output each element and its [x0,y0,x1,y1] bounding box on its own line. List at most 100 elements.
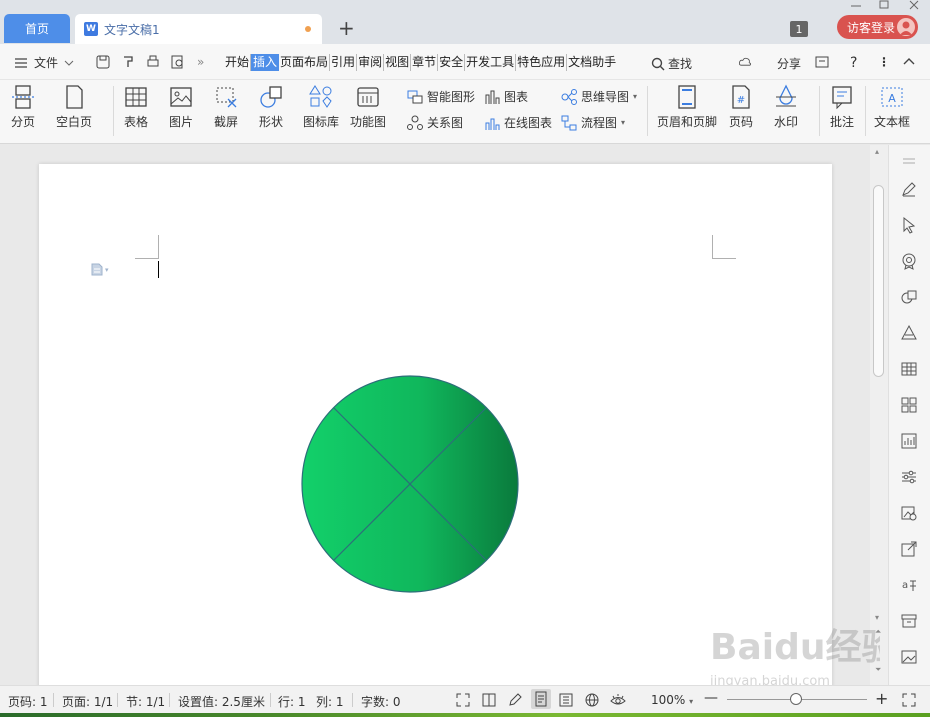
tab-review[interactable]: 审阅 [357,54,385,71]
file-menu-button[interactable]: 文件 [14,54,74,71]
picture-button[interactable]: 图片 [168,84,194,130]
filter-sliders-icon[interactable] [900,468,918,486]
more-options-icon[interactable]: ⋮ [878,55,890,69]
textbox-button[interactable]: A 文本框 [874,84,910,130]
web-view-icon[interactable] [584,692,600,708]
pen-edit-icon[interactable] [900,180,918,198]
help-icon[interactable]: ? [850,55,857,71]
status-section[interactable]: 节: 1/1 [126,693,165,710]
status-column[interactable]: 列: 1 [316,693,344,710]
collapse-ribbon-icon[interactable] [901,54,917,70]
print-icon[interactable] [145,54,161,70]
format-painter-icon[interactable] [120,54,136,70]
guest-login-button[interactable]: 访客登录 [837,15,918,39]
function-chart-button[interactable]: 功能图 [350,84,386,130]
sidebar-collapse-icon[interactable] [900,153,918,171]
maximize-icon[interactable] [878,0,890,10]
save-icon[interactable] [95,54,111,70]
image-gallery-icon[interactable] [900,504,918,522]
ribbon-divider [865,86,866,136]
scrollbar-thumb[interactable] [873,185,884,377]
page-view-icon[interactable] [531,689,551,709]
status-row[interactable]: 行: 1 [278,693,306,710]
tab-document[interactable]: W 文字文稿1 [75,14,322,44]
flowchart-button[interactable]: 流程图 ▾ [561,114,625,131]
search-button[interactable]: 查找 [651,55,692,72]
tab-page-layout[interactable]: 页面布局 [279,54,331,71]
zoom-out-icon[interactable]: — [704,690,718,706]
smart-graphic-button[interactable]: 智能图形 [407,88,475,105]
eye-protection-icon[interactable] [609,691,627,709]
export-share-icon[interactable] [900,540,918,558]
zoom-in-icon[interactable]: + [875,689,888,708]
shape-button[interactable]: 形状 [258,84,284,130]
picture-icon[interactable] [900,648,918,666]
table-button[interactable]: 表格 [123,84,149,130]
page-number-button[interactable]: # 页码 [728,84,754,130]
document-page[interactable]: ▾ [39,164,832,685]
status-page-of[interactable]: 页面: 1/1 [62,693,113,710]
pen-mode-icon[interactable] [507,692,523,708]
print-preview-icon[interactable] [170,54,186,70]
header-footer-button[interactable]: 页眉和页脚 [657,84,717,130]
fill-effect-icon[interactable] [900,324,918,342]
translate-icon[interactable]: a [900,576,918,594]
shape-layer-icon[interactable] [900,288,918,306]
page-break-button[interactable]: 分页 [10,84,36,130]
status-page-number[interactable]: 页码: 1 [8,693,48,710]
more-quick-actions-icon[interactable]: » [197,55,204,69]
minimize-icon[interactable] [850,0,862,10]
new-tab-plus-icon[interactable]: + [338,16,355,40]
share-button[interactable]: 分享 [777,55,801,72]
screenshot-label: 截屏 [213,115,238,129]
status-setting-value[interactable]: 设置值: 2.5厘米 [178,693,265,710]
vertical-scrollbar[interactable]: ▴ ▾ ⏶ ⏷ [870,145,888,685]
mind-map-button[interactable]: 思维导图 ▾ [561,88,637,105]
comment-button[interactable]: 批注 [829,84,855,130]
zoom-level-value: 100% [651,693,686,707]
cloud-sync-icon[interactable] [738,54,754,70]
tab-security[interactable]: 安全 [438,54,466,71]
screenshot-button[interactable]: 截屏 [213,84,239,130]
tab-special-apps[interactable]: 特色应用 [516,54,568,71]
chevron-down-icon: ▾ [689,697,694,706]
tab-doc-assistant[interactable]: 文档助手 [567,54,617,71]
table-grid-icon[interactable] [900,360,918,378]
tab-view[interactable]: 视图 [384,54,412,71]
outline-view-icon[interactable] [558,692,574,708]
watermark-button[interactable]: 水印 [773,84,799,130]
app-grid-icon[interactable] [900,396,918,414]
tab-home[interactable]: 首页 [4,14,70,43]
tab-developer[interactable]: 开发工具 [465,54,517,71]
fit-page-icon[interactable] [901,692,917,708]
style-badge-icon[interactable] [900,252,918,270]
fullscreen-icon[interactable] [455,692,471,708]
bar-chart-icon[interactable] [900,432,918,450]
zoom-level-dropdown[interactable]: 100% ▾ [651,693,693,707]
tab-references[interactable]: 引用 [330,54,358,71]
icon-library-button[interactable]: 图标库 [303,84,339,130]
paragraph-layout-icon[interactable]: ▾ [91,263,109,276]
scroll-up-icon[interactable]: ▴ [875,147,879,156]
tab-insert[interactable]: 插入 [251,54,280,71]
select-cursor-icon[interactable] [900,216,918,234]
tab-section[interactable]: 章节 [411,54,439,71]
shape-label: 形状 [258,115,283,129]
comment-icon [832,86,852,110]
ribbon-tab-strip: 开始 插入 页面布局 引用 审阅 视图 章节 安全 开发工具 特色应用 文档助手 [224,54,617,71]
green-circle-shape[interactable] [300,374,520,594]
tab-start[interactable]: 开始 [224,54,252,71]
collaborate-icon[interactable] [814,54,830,70]
close-icon[interactable] [908,0,920,10]
blank-page-button[interactable]: 空白页 [56,84,92,130]
archive-box-icon[interactable] [900,612,918,630]
chart-button[interactable]: 图表 [484,88,528,105]
baidu-jingyan-watermark: Baidu经验 jingyan.baidu.com [710,627,880,689]
window-count-badge[interactable]: 1 [790,21,808,37]
zoom-slider-handle[interactable] [790,693,802,705]
status-word-count[interactable]: 字数: 0 [361,693,401,710]
reading-mode-icon[interactable] [481,692,497,708]
online-chart-button[interactable]: 在线图表 [484,114,552,131]
relation-chart-button[interactable]: 关系图 [407,114,463,131]
page-break-icon [12,85,34,109]
